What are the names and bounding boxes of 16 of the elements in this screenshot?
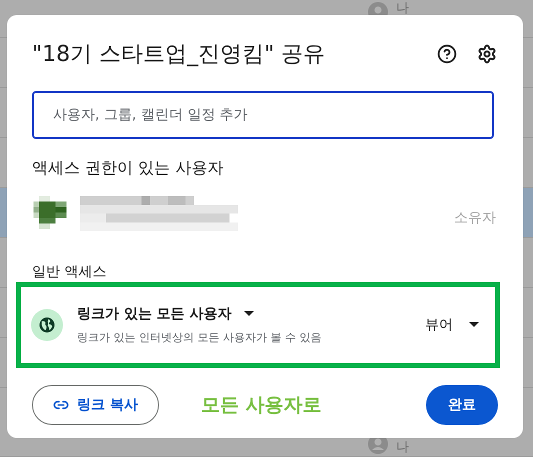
annotation-text: 모든 사용자로 — [200, 392, 322, 418]
access-description: 링크가 있는 인터넷상의 모든 사용자가 볼 수 있음 — [77, 330, 322, 346]
add-people-field[interactable]: 사용자, 그룹, 캘린더 일정 추가 — [32, 91, 494, 139]
role-dropdown[interactable]: 뷰어 — [425, 314, 479, 336]
copy-link-button[interactable]: 링크 복사 — [32, 385, 159, 425]
owner-label: 나 — [396, 441, 409, 454]
owner-label: 나 — [396, 2, 409, 15]
caret-icon — [469, 322, 479, 328]
access-dropdown[interactable]: 링크가 있는 모든 사용자 — [77, 304, 322, 325]
dialog-title: "18기 스타트업_진영킴" 공유 — [32, 40, 326, 68]
role-label: 소유자 — [454, 208, 496, 228]
caret-icon — [244, 311, 254, 318]
done-button[interactable]: 완료 — [426, 385, 498, 425]
globe-icon — [31, 309, 63, 341]
section-heading: 일반 액세스 — [32, 264, 108, 280]
section-heading: 액세스 권한이 있는 사용자 — [32, 157, 224, 179]
